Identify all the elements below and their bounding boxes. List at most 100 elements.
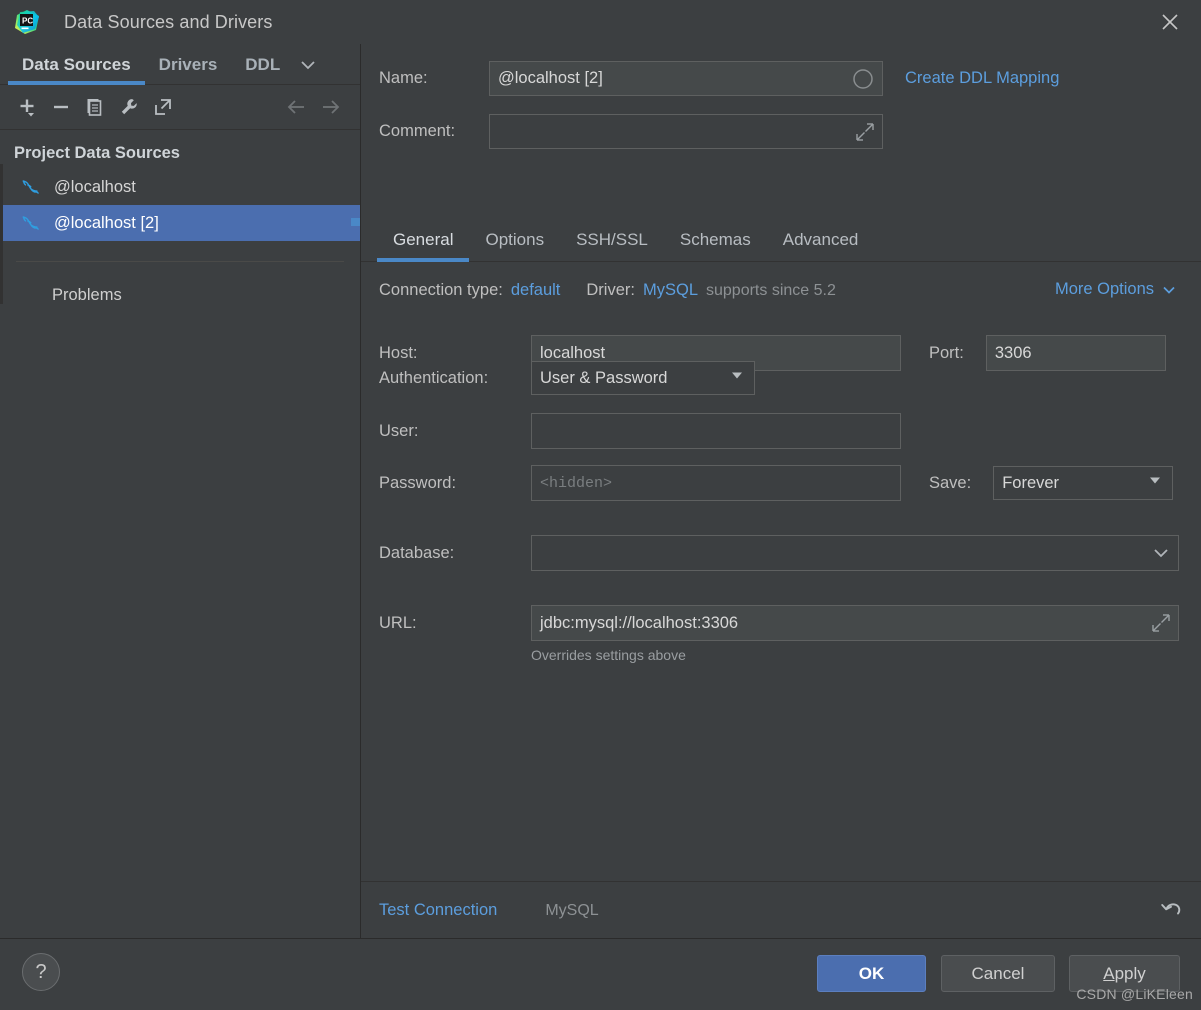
user-label: User:	[379, 421, 419, 440]
tab-options-label: Options	[485, 230, 545, 249]
plus-icon[interactable]	[10, 91, 44, 123]
password-input[interactable]: <hidden>	[531, 465, 901, 501]
url-input[interactable]: jdbc:mysql://localhost:3306	[531, 605, 1179, 641]
sidebar-tabs: Data Sources Drivers DDL	[0, 44, 360, 85]
reset-icon[interactable]	[1157, 895, 1183, 926]
user-input[interactable]	[531, 413, 901, 449]
list-item-label: @localhost [2]	[54, 213, 159, 232]
port-input-value: 3306	[994, 343, 1032, 362]
tab-ddl[interactable]: DDL	[231, 55, 294, 84]
tab-ssh-ssl[interactable]: SSH/SSL	[560, 230, 664, 261]
data-sources-tree: Project Data Sources @localhost @localho…	[0, 130, 360, 305]
password-placeholder: <hidden>	[540, 474, 613, 492]
tab-general-label: General	[393, 230, 454, 249]
database-label: Database:	[379, 543, 455, 562]
user-row: User:	[379, 413, 901, 449]
tree-group-project-data-sources[interactable]: Project Data Sources	[0, 138, 360, 169]
scrollbar-thumb[interactable]	[351, 218, 360, 226]
name-row: Name: @localhost [2] Create DDL Mapping	[379, 61, 1059, 96]
save-label: Save:	[929, 473, 972, 492]
tab-general[interactable]: General	[377, 230, 470, 262]
host-label: Host:	[379, 343, 418, 362]
tab-drivers[interactable]: Drivers	[145, 55, 232, 84]
ok-button-label: OK	[858, 963, 885, 983]
watermark: CSDN @LiKEleen	[1076, 986, 1193, 1002]
apply-button-label: pply	[1114, 963, 1146, 983]
tab-advanced[interactable]: Advanced	[767, 230, 875, 261]
tab-drivers-label: Drivers	[158, 55, 218, 74]
url-label: URL:	[379, 613, 417, 632]
name-input-value: @localhost [2]	[498, 69, 603, 87]
name-input[interactable]: @localhost [2]	[489, 61, 883, 96]
comment-label: Comment:	[379, 122, 456, 140]
name-label: Name:	[379, 69, 428, 87]
dialog-footer: ? OK Cancel Apply CSDN @LiKEleen	[0, 938, 1201, 1010]
tree-item-problems[interactable]: Problems	[0, 262, 360, 305]
chevron-down-icon[interactable]	[294, 55, 328, 84]
left-panel: Data Sources Drivers DDL Project Data So…	[0, 44, 361, 939]
circle-icon[interactable]	[852, 68, 874, 90]
authentication-label: Authentication:	[379, 368, 489, 387]
arrow-right-icon[interactable]	[314, 91, 348, 123]
tree-group-label: Project Data Sources	[14, 144, 180, 162]
cancel-button[interactable]: Cancel	[941, 955, 1055, 992]
create-ddl-mapping-link[interactable]: Create DDL Mapping	[905, 69, 1059, 88]
window-title: Data Sources and Drivers	[64, 11, 273, 32]
tab-ssh-ssl-label: SSH/SSL	[576, 230, 648, 249]
save-select[interactable]: Forever	[993, 466, 1174, 500]
list-item[interactable]: @localhost	[0, 169, 360, 205]
tab-schemas[interactable]: Schemas	[664, 230, 767, 261]
minus-icon[interactable]	[44, 91, 78, 123]
port-input[interactable]: 3306	[985, 335, 1166, 371]
expand-icon[interactable]	[1152, 614, 1170, 632]
driver-name-label: MySQL	[545, 901, 599, 919]
arrow-left-icon[interactable]	[280, 91, 314, 123]
help-button[interactable]: ?	[22, 953, 60, 991]
expand-icon[interactable]	[856, 122, 874, 141]
mysql-dolphin-icon	[20, 212, 42, 234]
url-row: URL: jdbc:mysql://localhost:3306	[379, 605, 1179, 641]
cancel-button-label: Cancel	[971, 963, 1025, 983]
mysql-dolphin-icon	[20, 176, 42, 198]
authentication-select[interactable]: User & Password	[531, 361, 755, 395]
ok-button[interactable]: OK	[817, 955, 926, 992]
tab-schemas-label: Schemas	[679, 230, 751, 249]
wrench-icon[interactable]	[112, 91, 146, 123]
close-icon[interactable]	[1139, 0, 1201, 44]
host-input-value: localhost	[540, 343, 606, 362]
detail-panel: Name: @localhost [2] Create DDL Mapping …	[361, 44, 1201, 939]
password-row: Password: <hidden> Save: Forever	[379, 465, 1174, 501]
external-link-icon[interactable]	[146, 91, 180, 123]
url-input-value: jdbc:mysql://localhost:3306	[540, 613, 739, 632]
detail-tabs: General Options SSH/SSL Schemas Advanced	[361, 210, 1201, 262]
comment-input[interactable]	[489, 114, 883, 149]
host-row: Host: localhost Port: 3306	[379, 290, 1166, 371]
svg-text:PC: PC	[22, 17, 33, 26]
sidebar-toolbar	[0, 85, 360, 130]
url-hint: Overrides settings above	[531, 647, 686, 663]
problems-label: Problems	[52, 286, 122, 304]
test-connection-link[interactable]: Test Connection	[379, 901, 497, 920]
chevron-down-icon	[1147, 473, 1163, 494]
port-label: Port:	[929, 343, 964, 362]
copy-icon[interactable]	[78, 91, 112, 123]
help-button-label: ?	[35, 960, 47, 983]
chevron-down-icon[interactable]	[1152, 544, 1170, 562]
title-bar: PC Data Sources and Drivers	[0, 0, 1201, 44]
save-select-value: Forever	[1002, 473, 1060, 492]
password-label: Password:	[379, 473, 457, 492]
tab-advanced-label: Advanced	[782, 230, 859, 249]
tab-options[interactable]: Options	[469, 230, 560, 261]
apply-button-mnemonic: A	[1103, 963, 1115, 983]
database-input[interactable]	[531, 535, 1179, 571]
dialog-data-sources-and-drivers: PC Data Sources and Drivers Data Sources…	[0, 0, 1201, 1010]
tab-data-sources-label: Data Sources	[22, 55, 131, 74]
left-edge-divider	[0, 164, 3, 304]
panel-bottom-bar: Test Connection MySQL	[361, 881, 1201, 939]
authentication-row: Authentication: User & Password	[379, 361, 755, 395]
authentication-select-value: User & Password	[540, 368, 668, 387]
tab-ddl-label: DDL	[245, 55, 281, 74]
tab-data-sources[interactable]: Data Sources	[8, 55, 145, 85]
list-item[interactable]: @localhost [2]	[0, 205, 360, 241]
pycharm-logo-icon: PC	[14, 9, 40, 35]
